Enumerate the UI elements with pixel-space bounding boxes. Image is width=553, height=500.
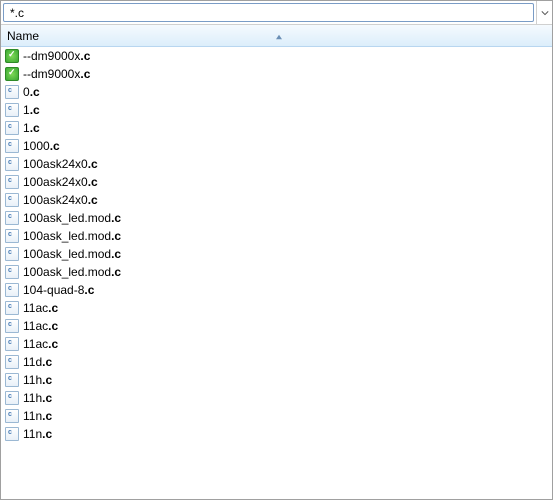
- file-name-label: 11ac.c: [23, 301, 58, 315]
- search-input[interactable]: [3, 3, 534, 22]
- file-name-label: 11n.c: [23, 427, 52, 441]
- list-item[interactable]: 0.c: [1, 83, 552, 101]
- list-item[interactable]: 11d.c: [1, 353, 552, 371]
- file-name-label: 100ask_led.mod.c: [23, 229, 121, 243]
- file-name-label: 11n.c: [23, 409, 52, 423]
- file-name-label: 11h.c: [23, 373, 52, 387]
- file-name-label: 11ac.c: [23, 319, 58, 333]
- filter-bar: [1, 1, 552, 25]
- file-c-icon: [5, 427, 19, 441]
- list-item[interactable]: --dm9000x.c: [1, 47, 552, 65]
- list-item[interactable]: 100ask24x0.c: [1, 173, 552, 191]
- list-item[interactable]: 11h.c: [1, 389, 552, 407]
- file-name-label: 11h.c: [23, 391, 52, 405]
- file-c-icon: [5, 139, 19, 153]
- file-c-icon: [5, 229, 19, 243]
- file-c-icon: [5, 157, 19, 171]
- list-item[interactable]: 100ask24x0.c: [1, 191, 552, 209]
- file-c-icon: [5, 337, 19, 351]
- list-item[interactable]: 100ask_led.mod.c: [1, 263, 552, 281]
- file-c-icon: [5, 121, 19, 135]
- file-c-icon: [5, 301, 19, 315]
- column-header[interactable]: Name: [1, 25, 552, 47]
- file-name-label: 11d.c: [23, 355, 52, 369]
- file-name-label: 100ask_led.mod.c: [23, 247, 121, 261]
- file-name-label: 1000.c: [23, 139, 60, 153]
- list-item[interactable]: 104-quad-8.c: [1, 281, 552, 299]
- file-name-label: 100ask24x0.c: [23, 157, 98, 171]
- file-name-label: 100ask24x0.c: [23, 193, 98, 207]
- list-item[interactable]: 1.c: [1, 119, 552, 137]
- list-item[interactable]: 11h.c: [1, 371, 552, 389]
- list-item[interactable]: --dm9000x.c: [1, 65, 552, 83]
- sort-indicator: [275, 29, 289, 43]
- list-item[interactable]: 1.c: [1, 101, 552, 119]
- file-name-label: 100ask24x0.c: [23, 175, 98, 189]
- file-c-icon: [5, 373, 19, 387]
- file-name-label: 100ask_led.mod.c: [23, 211, 121, 225]
- file-c-icon: [5, 355, 19, 369]
- file-c-icon: [5, 319, 19, 333]
- file-name-label: 1.c: [23, 103, 40, 117]
- list-item[interactable]: 11n.c: [1, 425, 552, 443]
- file-c-icon: [5, 265, 19, 279]
- file-checked-icon: [5, 67, 19, 81]
- file-c-icon: [5, 85, 19, 99]
- list-item[interactable]: 11n.c: [1, 407, 552, 425]
- file-c-icon: [5, 409, 19, 423]
- column-name-label: Name: [5, 29, 275, 43]
- list-item[interactable]: 11ac.c: [1, 317, 552, 335]
- dropdown-toggle[interactable]: [536, 1, 552, 24]
- list-item[interactable]: 100ask_led.mod.c: [1, 209, 552, 227]
- file-c-icon: [5, 103, 19, 117]
- file-c-icon: [5, 193, 19, 207]
- file-c-icon: [5, 247, 19, 261]
- list-item[interactable]: 100ask_led.mod.c: [1, 227, 552, 245]
- list-item[interactable]: 100ask_led.mod.c: [1, 245, 552, 263]
- file-name-label: 100ask_led.mod.c: [23, 265, 121, 279]
- list-item[interactable]: 11ac.c: [1, 335, 552, 353]
- file-name-label: --dm9000x.c: [23, 49, 90, 63]
- file-c-icon: [5, 283, 19, 297]
- sort-asc-icon: [275, 29, 283, 43]
- list-item[interactable]: 1000.c: [1, 137, 552, 155]
- list-item[interactable]: 100ask24x0.c: [1, 155, 552, 173]
- file-c-icon: [5, 175, 19, 189]
- file-name-label: 104-quad-8.c: [23, 283, 94, 297]
- file-c-icon: [5, 211, 19, 225]
- file-checked-icon: [5, 49, 19, 63]
- file-name-label: 11ac.c: [23, 337, 58, 351]
- file-name-label: --dm9000x.c: [23, 67, 90, 81]
- file-name-label: 0.c: [23, 85, 40, 99]
- list-item[interactable]: 11ac.c: [1, 299, 552, 317]
- chevron-down-icon: [541, 6, 549, 20]
- file-list[interactable]: --dm9000x.c --dm9000x.c 0.c 1.c 1.c 1000.c 100…: [1, 47, 552, 499]
- file-name-label: 1.c: [23, 121, 40, 135]
- file-c-icon: [5, 391, 19, 405]
